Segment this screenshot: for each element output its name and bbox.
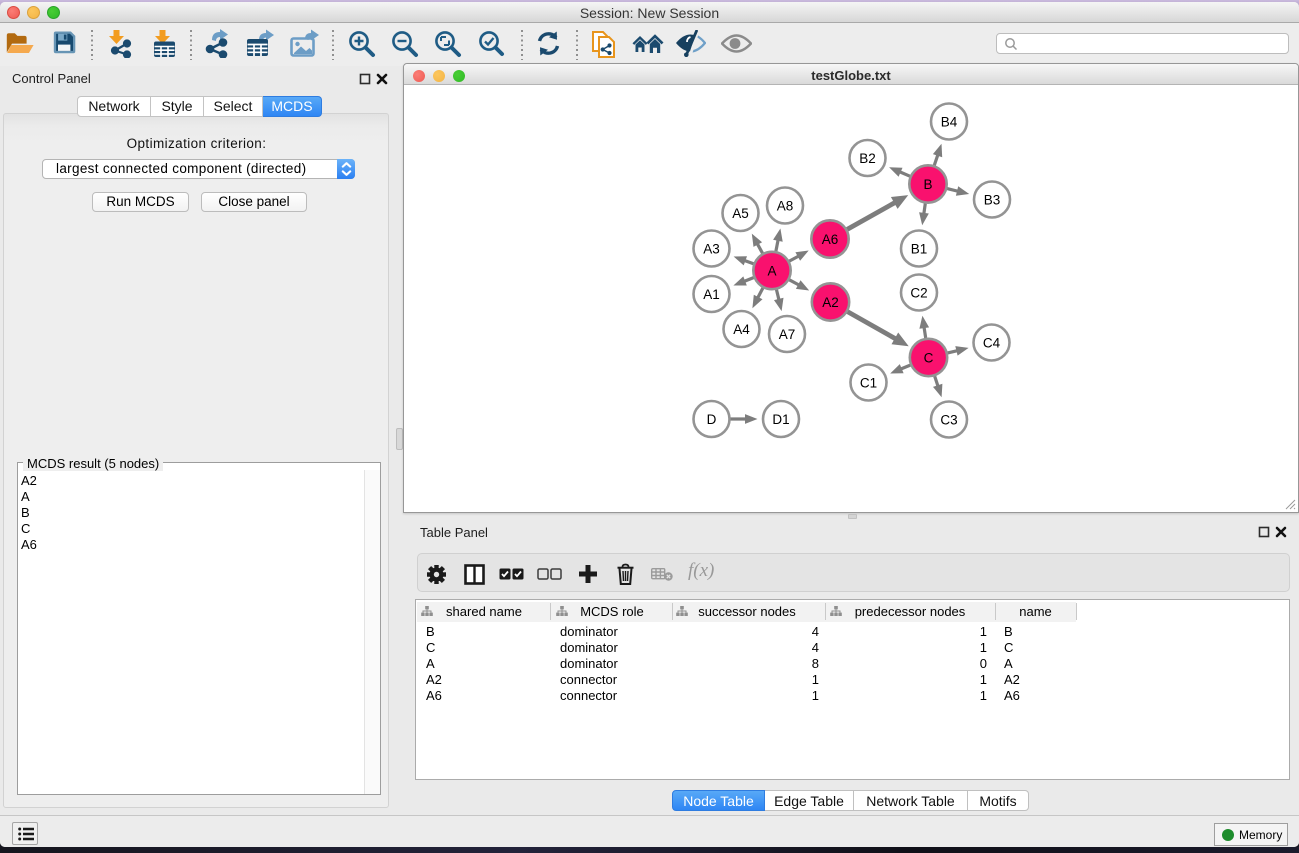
svg-text:A: A (767, 263, 776, 278)
svg-text:C2: C2 (910, 285, 927, 300)
svg-text:A1: A1 (703, 287, 720, 302)
svg-text:C: C (924, 350, 934, 365)
svg-text:D: D (707, 412, 717, 427)
svg-text:B4: B4 (941, 114, 958, 129)
svg-text:C4: C4 (983, 335, 1001, 350)
svg-text:A8: A8 (777, 198, 794, 213)
svg-text:A4: A4 (733, 322, 750, 337)
svg-text:B3: B3 (984, 192, 1001, 207)
svg-text:A5: A5 (732, 206, 749, 221)
svg-text:B: B (923, 177, 932, 192)
svg-text:A7: A7 (779, 327, 796, 342)
svg-text:A3: A3 (703, 241, 720, 256)
svg-text:C1: C1 (860, 375, 877, 390)
svg-text:B2: B2 (859, 151, 876, 166)
svg-text:C3: C3 (940, 412, 957, 427)
svg-text:D1: D1 (772, 412, 789, 427)
svg-text:A6: A6 (822, 232, 839, 247)
svg-text:A2: A2 (822, 295, 839, 310)
svg-text:B1: B1 (911, 241, 928, 256)
